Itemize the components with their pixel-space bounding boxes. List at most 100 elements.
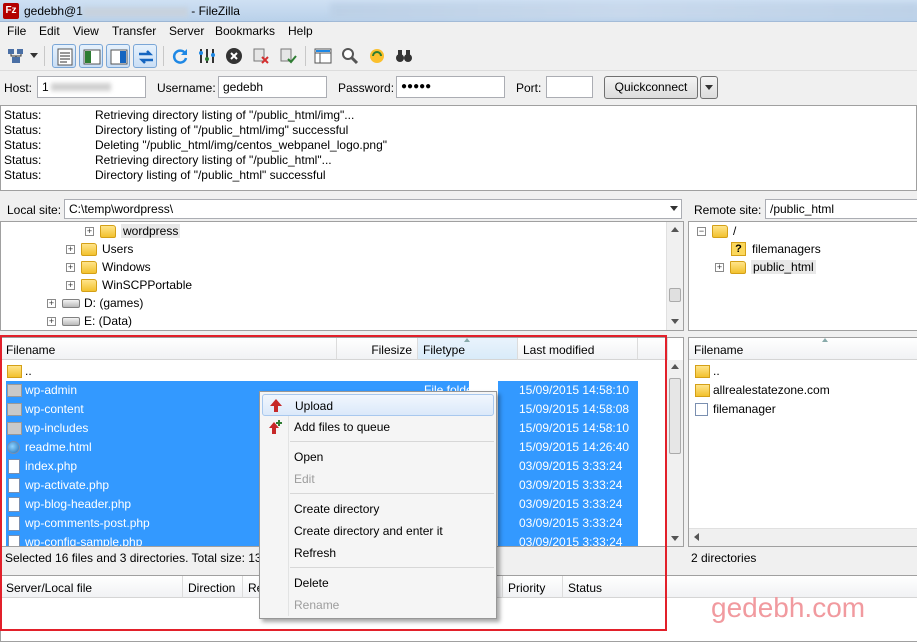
tree-item-users[interactable]: + Users (66, 240, 133, 258)
site-manager-button[interactable] (4, 44, 28, 68)
scroll-thumb[interactable] (669, 288, 681, 302)
toggle-remote-tree-button[interactable] (106, 44, 130, 68)
username-input[interactable]: gedebh (218, 76, 327, 98)
expand-icon[interactable]: + (85, 226, 94, 236)
local-file-scrollbar[interactable] (666, 360, 683, 546)
menu-edit[interactable]: Edit (39, 24, 60, 38)
menu-view[interactable]: View (73, 24, 99, 38)
log-entry: Status: Deleting "/public_html/img/centos… (4, 138, 387, 153)
folder-icon (712, 224, 728, 238)
transfer-queue-icon (138, 50, 154, 64)
site-manager-dropdown-icon[interactable] (30, 53, 38, 58)
disconnect-button[interactable] (249, 44, 273, 68)
menu-file[interactable]: File (7, 24, 26, 38)
reconnect-button[interactable] (276, 44, 300, 68)
log-label: Status: (4, 168, 42, 182)
menu-item-create-directory[interactable]: Create directory (262, 498, 494, 520)
remote-site-label: Remote site: (694, 203, 762, 217)
tree-item-drive-e[interactable]: + E: (Data) (47, 312, 132, 330)
quickconnect-history-button[interactable] (700, 76, 718, 99)
expand-icon[interactable]: + (66, 262, 75, 272)
question-folder-icon: ? (731, 242, 746, 256)
menu-item-add-files-to-queue[interactable]: Add files to queue (262, 416, 494, 438)
message-log[interactable]: Status: Retrieving directory listing of "… (0, 105, 917, 191)
tree-item-wordpress[interactable]: + wordpress (85, 222, 181, 240)
blurred-background (330, 3, 917, 19)
menu-item-delete[interactable]: Delete (262, 572, 494, 594)
collapse-icon[interactable]: − (697, 226, 706, 236)
menu-item-open[interactable]: Open (262, 446, 494, 468)
expand-icon[interactable]: + (66, 280, 75, 290)
menu-separator (290, 493, 494, 494)
toggle-transfer-queue-button[interactable] (133, 44, 157, 68)
local-path-input[interactable]: C:\temp\wordpress\ (64, 199, 682, 219)
toggle-message-log-button[interactable] (52, 44, 76, 68)
chevron-down-icon[interactable] (670, 206, 678, 211)
remote-horizontal-scrollbar[interactable] (689, 528, 917, 546)
quickconnect-button[interactable]: Quickconnect (604, 76, 698, 99)
search-remote-button[interactable] (338, 44, 362, 68)
menu-bookmarks[interactable]: Bookmarks (215, 24, 275, 38)
remote-row-filemanager[interactable]: filemanager (689, 400, 917, 419)
reconnect-icon (280, 48, 297, 64)
scroll-left-icon[interactable] (694, 533, 699, 541)
remote-column-filename[interactable]: Filename (689, 338, 917, 360)
expand-icon[interactable]: + (47, 316, 56, 326)
toolbar-separator (305, 46, 306, 66)
tree-item-public-html[interactable]: + public_html (715, 258, 816, 276)
tree-item-filemanagers[interactable]: ? filemanagers (731, 240, 821, 258)
remote-row-allrealestatezone[interactable]: allrealestatezone.com (689, 381, 917, 400)
local-site-label: Local site: (7, 203, 62, 217)
site-manager-icon (8, 49, 23, 63)
remote-file-list[interactable]: Filename .. allrealestatezone.com filema… (688, 337, 917, 547)
host-input[interactable]: 1 (37, 76, 146, 98)
remote-path-input[interactable]: /public_html (765, 199, 917, 219)
quickconnect-bar: Host: 1 Username: gedebh Password: ●●●●●… (0, 72, 917, 104)
local-tree-icon (83, 49, 101, 65)
process-queue-button[interactable] (195, 44, 219, 68)
menu-item-label: Create directory (294, 502, 380, 516)
menu-bar: File Edit View Transfer Server Bookmarks… (0, 22, 917, 41)
redacted-host-value (50, 83, 111, 91)
find-files-button[interactable] (392, 44, 416, 68)
binoculars-icon (396, 50, 412, 62)
tree-item-label: Users (102, 242, 134, 256)
tree-item-drive-d[interactable]: + D: (games) (47, 294, 143, 312)
remote-row-parent[interactable]: .. (689, 362, 917, 381)
tree-item-root[interactable]: − / (697, 222, 736, 240)
message-log-icon (57, 48, 73, 66)
menu-item-upload[interactable]: Upload (262, 394, 494, 416)
menu-item-refresh[interactable]: Refresh (262, 542, 494, 564)
local-directory-tree[interactable]: + wordpress + Users + Windows + WinSCPPortab… (0, 221, 684, 331)
tree-item-label: E: (Data) (84, 314, 133, 328)
scroll-up-icon[interactable] (671, 227, 679, 232)
scroll-thumb[interactable] (669, 378, 681, 454)
tree-item-label: WinSCPPortable (102, 278, 193, 292)
menu-item-edit: Edit (262, 468, 494, 490)
menu-transfer[interactable]: Transfer (112, 24, 156, 38)
menu-item-label: Edit (294, 472, 315, 486)
password-input[interactable]: ●●●●● (396, 76, 505, 98)
local-tree-scrollbar[interactable] (666, 222, 683, 330)
scroll-up-icon[interactable] (671, 364, 679, 369)
tree-item-winscpportable[interactable]: + WinSCPPortable (66, 276, 192, 294)
menu-server[interactable]: Server (169, 24, 204, 38)
log-label: Status: (4, 108, 42, 122)
expand-icon[interactable]: + (66, 244, 75, 254)
cancel-operation-button[interactable] (222, 44, 246, 68)
toggle-local-tree-button[interactable] (79, 44, 103, 68)
refresh-button[interactable] (168, 44, 192, 68)
menu-help[interactable]: Help (288, 24, 313, 38)
directory-filter-button[interactable] (311, 44, 335, 68)
file-name: allrealestatezone.com (713, 383, 830, 397)
toolbar-separator (163, 46, 164, 66)
scroll-down-icon[interactable] (671, 536, 679, 541)
scroll-down-icon[interactable] (671, 319, 679, 324)
expand-icon[interactable]: + (715, 262, 724, 272)
port-input[interactable] (546, 76, 593, 98)
synchronized-browsing-button[interactable] (365, 44, 389, 68)
expand-icon[interactable]: + (47, 298, 56, 308)
tree-item-windows[interactable]: + Windows (66, 258, 151, 276)
menu-item-create-directory-and-enter[interactable]: Create directory and enter it (262, 520, 494, 542)
remote-directory-tree[interactable]: − / ? filemanagers + public_html (688, 221, 917, 331)
